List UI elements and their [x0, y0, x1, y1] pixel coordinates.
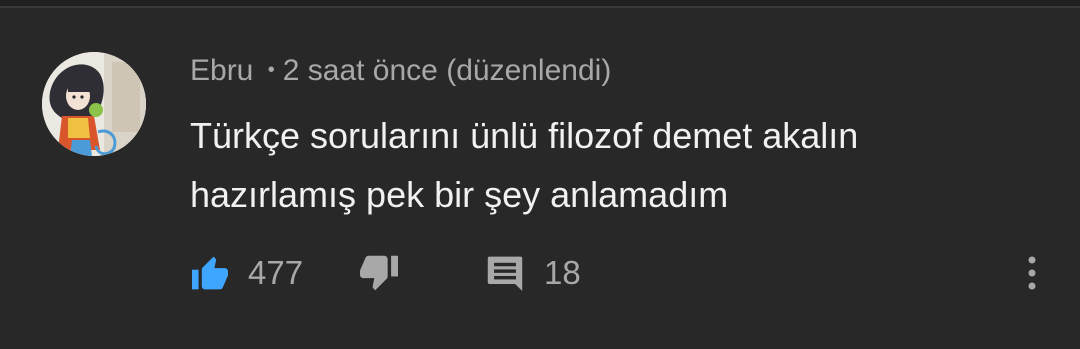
- author-name[interactable]: Ebru: [190, 54, 253, 87]
- comment-icon[interactable]: [486, 255, 524, 291]
- comment-meta: Ebru • 2 saat önce (düzenlendi): [190, 52, 611, 93]
- thumbs-up-icon[interactable]: [190, 255, 230, 291]
- edited-label: (düzenlendi): [446, 54, 612, 87]
- like-count: 477: [248, 254, 304, 291]
- comment-timestamp[interactable]: 2 saat önce: [283, 54, 438, 87]
- top-divider: [0, 0, 1080, 8]
- reply-button[interactable]: 18: [486, 245, 581, 301]
- avatar[interactable]: [42, 52, 146, 156]
- meta-separator: •: [267, 59, 275, 81]
- comment-text: Türkçe sorularını ünlü filozof demet aka…: [190, 115, 859, 215]
- comment-actions: 477 18: [0, 245, 1080, 301]
- like-button[interactable]: 477: [190, 245, 303, 301]
- more-vertical-icon[interactable]: [1022, 253, 1042, 293]
- avatar-illustration-icon: [42, 52, 146, 156]
- thumbs-down-icon[interactable]: [358, 254, 400, 292]
- dislike-button[interactable]: [358, 245, 400, 301]
- reply-count: 18: [544, 254, 581, 291]
- more-options-button[interactable]: [1022, 245, 1042, 301]
